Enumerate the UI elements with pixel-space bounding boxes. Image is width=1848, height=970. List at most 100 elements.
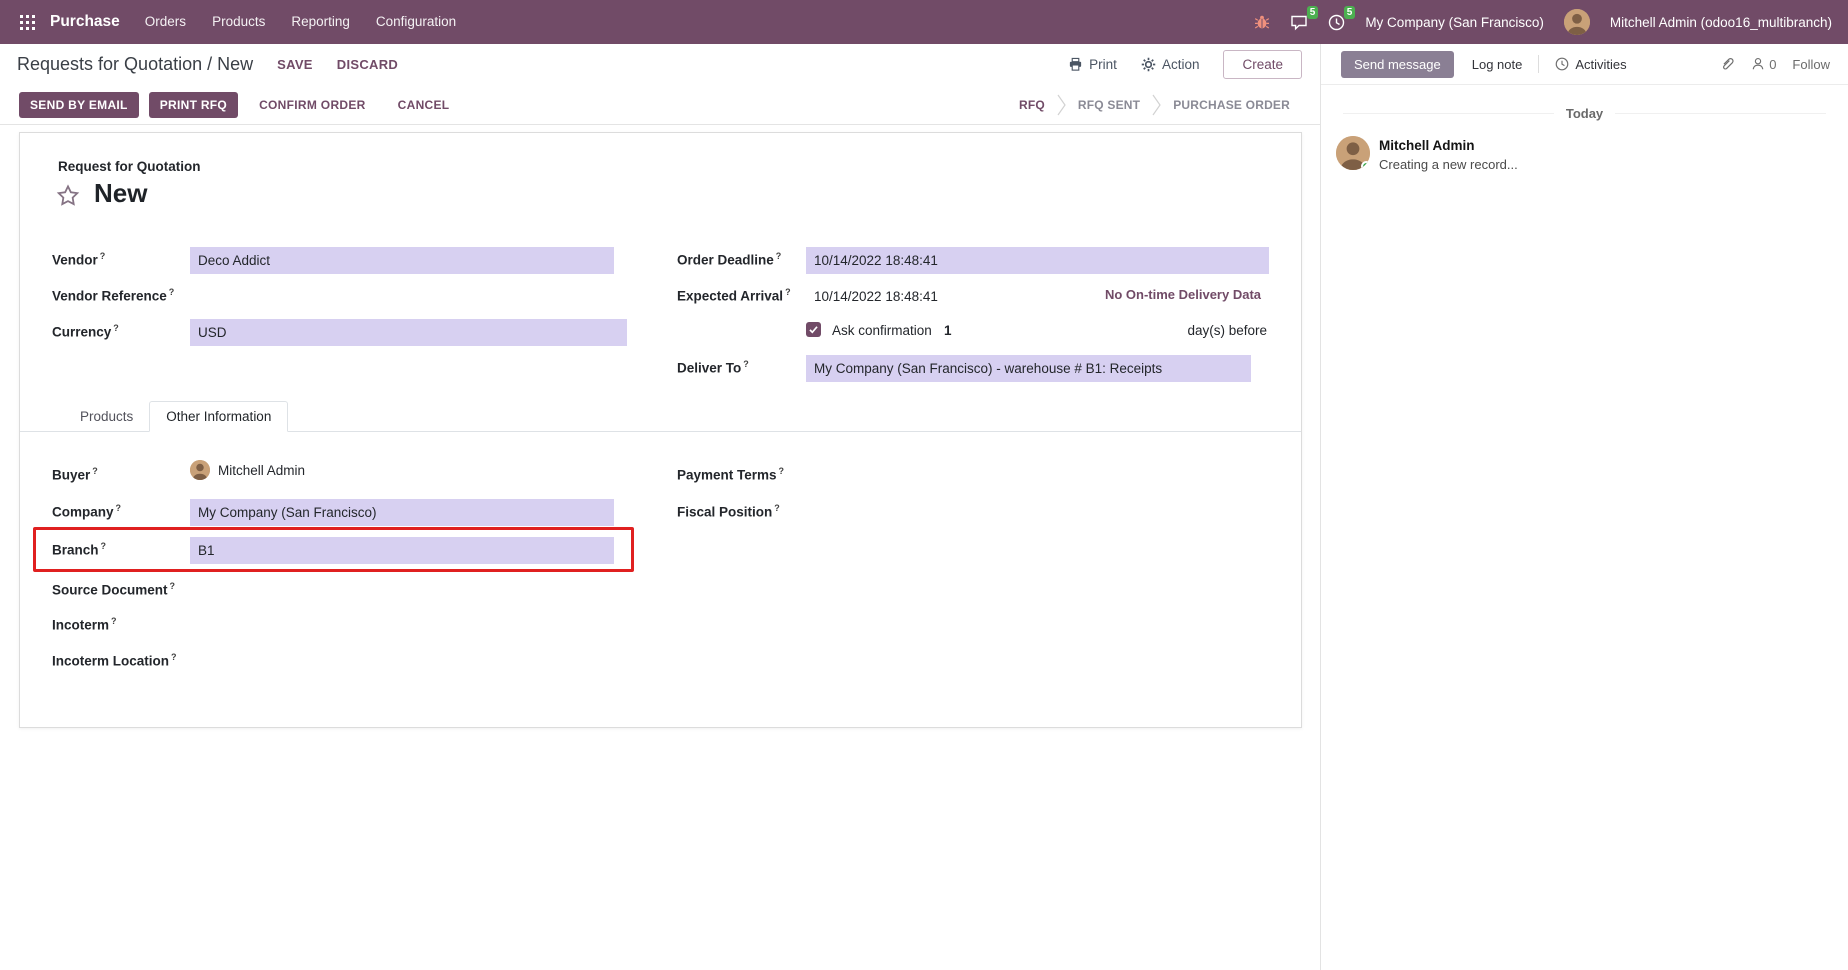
messages-badge: 5: [1307, 6, 1319, 19]
buyer-field[interactable]: Mitchell Admin: [190, 460, 305, 480]
notebook-tabbar: Products Other Information: [20, 399, 1301, 432]
online-status-dot: [1361, 161, 1370, 170]
save-button[interactable]: SAVE: [277, 57, 313, 72]
state-rfq-sent[interactable]: RFQ SENT: [1066, 98, 1152, 112]
user-avatar[interactable]: [1564, 9, 1590, 35]
deliver-to-field[interactable]: My Company (San Francisco) - warehouse #…: [806, 355, 1251, 382]
branch-field[interactable]: B1: [190, 537, 614, 564]
tab-products[interactable]: Products: [64, 402, 149, 431]
date-separator: Today: [1321, 106, 1848, 121]
fiscal-position-label: Fiscal Position?: [677, 503, 780, 520]
record-title: New: [94, 178, 147, 209]
document-type-label: Request for Quotation: [58, 159, 201, 174]
menu-configuration[interactable]: Configuration: [363, 0, 469, 44]
attachment-paperclip-icon[interactable]: [1720, 56, 1735, 72]
order-deadline-field[interactable]: 10/14/2022 18:48:41: [806, 247, 1269, 274]
chatter-toolbar: Send message Log note Activities 0 Follo…: [1321, 44, 1848, 85]
help-marker: ?: [776, 251, 782, 261]
order-deadline-label: Order Deadline?: [677, 251, 781, 268]
messages-icon[interactable]: 5: [1290, 14, 1308, 31]
create-button[interactable]: Create: [1223, 50, 1302, 79]
help-marker: ?: [92, 466, 98, 476]
follower-person-icon: [1751, 57, 1765, 71]
status-pipeline: RFQ RFQ SENT PURCHASE ORDER: [1007, 94, 1302, 116]
apps-grid-icon[interactable]: [10, 0, 44, 44]
clock-icon: [1555, 57, 1569, 71]
buyer-name[interactable]: Mitchell Admin: [218, 463, 305, 478]
gear-icon: [1141, 57, 1156, 72]
help-marker: ?: [113, 323, 119, 333]
message-body: Creating a new record...: [1379, 157, 1518, 172]
help-marker: ?: [171, 652, 177, 662]
chatter-panel: Send message Log note Activities 0 Follo…: [1320, 44, 1848, 970]
send-by-email-button[interactable]: SEND BY EMAIL: [19, 92, 139, 118]
expected-arrival-field[interactable]: 10/14/2022 18:48:41: [806, 283, 946, 310]
chatter-icons: 0 Follow: [1720, 56, 1830, 72]
company-field[interactable]: My Company (San Francisco): [190, 499, 614, 526]
favorite-star-icon[interactable]: [56, 184, 80, 208]
message-avatar: [1336, 136, 1370, 170]
source-document-label: Source Document?: [52, 581, 175, 598]
vendor-label: Vendor?: [52, 251, 105, 268]
confirm-order-button[interactable]: CONFIRM ORDER: [248, 92, 377, 118]
help-marker: ?: [101, 541, 107, 551]
cancel-button[interactable]: CANCEL: [387, 92, 461, 118]
buyer-label: Buyer?: [52, 466, 98, 483]
followers-count: 0: [1769, 57, 1776, 72]
vendor-field[interactable]: Deco Addict: [190, 247, 614, 274]
currency-field[interactable]: USD: [190, 319, 627, 346]
help-marker: ?: [774, 503, 780, 513]
log-note-button[interactable]: Log note: [1472, 57, 1523, 72]
ask-confirmation-label[interactable]: Ask confirmation: [832, 323, 932, 338]
breadcrumb[interactable]: Requests for Quotation / New: [17, 54, 253, 75]
help-marker: ?: [170, 581, 176, 591]
help-marker: ?: [779, 466, 785, 476]
print-label: Print: [1089, 57, 1117, 72]
followers-button[interactable]: 0: [1751, 57, 1776, 72]
top-navbar: Purchase Orders Products Reporting Confi…: [0, 0, 1848, 44]
payment-terms-label: Payment Terms?: [677, 466, 784, 483]
action-label: Action: [1162, 57, 1200, 72]
message-author: Mitchell Admin: [1379, 138, 1475, 153]
print-rfq-button[interactable]: PRINT RFQ: [149, 92, 238, 118]
tab-other-information[interactable]: Other Information: [149, 401, 288, 432]
send-message-button[interactable]: Send message: [1341, 51, 1454, 78]
discard-button[interactable]: DISCARD: [337, 57, 398, 72]
company-label: Company?: [52, 503, 121, 520]
help-marker: ?: [100, 251, 106, 261]
company-switcher[interactable]: My Company (San Francisco): [1365, 15, 1544, 30]
user-menu[interactable]: Mitchell Admin (odoo16_multibranch): [1610, 15, 1832, 30]
toolbar-divider: [1538, 55, 1539, 73]
help-marker: ?: [116, 503, 122, 513]
print-button[interactable]: Print: [1068, 57, 1117, 72]
buyer-avatar: [190, 460, 210, 480]
app-name[interactable]: Purchase: [50, 13, 120, 31]
menu-reporting[interactable]: Reporting: [278, 0, 363, 44]
chevron-right-icon: [1057, 94, 1066, 116]
menu-orders[interactable]: Orders: [132, 0, 199, 44]
activities-clock-icon[interactable]: 5: [1328, 14, 1345, 31]
follow-button[interactable]: Follow: [1792, 57, 1830, 72]
incoterm-label: Incoterm?: [52, 616, 117, 633]
navbar-right: 5 5 My Company (San Francisco) Mitchell …: [1254, 9, 1832, 35]
vendor-reference-label: Vendor Reference?: [52, 287, 174, 304]
currency-label: Currency?: [52, 323, 119, 340]
state-purchase-order[interactable]: PURCHASE ORDER: [1161, 98, 1302, 112]
debug-bug-icon[interactable]: [1254, 14, 1270, 30]
menu-products[interactable]: Products: [199, 0, 278, 44]
printer-icon: [1068, 57, 1083, 72]
help-marker: ?: [111, 616, 117, 626]
action-button[interactable]: Action: [1141, 57, 1200, 72]
ontime-delivery-link[interactable]: No On-time Delivery Data: [1105, 287, 1261, 302]
help-marker: ?: [743, 359, 749, 369]
branch-label: Branch?: [52, 541, 106, 558]
activities-badge: 5: [1344, 6, 1356, 19]
deliver-to-label: Deliver To?: [677, 359, 749, 376]
state-rfq[interactable]: RFQ: [1007, 98, 1057, 112]
expected-arrival-label: Expected Arrival?: [677, 287, 791, 304]
ask-confirmation-value[interactable]: 1: [944, 323, 952, 338]
help-marker: ?: [169, 287, 175, 297]
ask-confirmation-checkbox[interactable]: [806, 322, 821, 337]
form-statusbar: SEND BY EMAIL PRINT RFQ CONFIRM ORDER CA…: [0, 85, 1320, 125]
activities-button[interactable]: Activities: [1555, 57, 1626, 72]
